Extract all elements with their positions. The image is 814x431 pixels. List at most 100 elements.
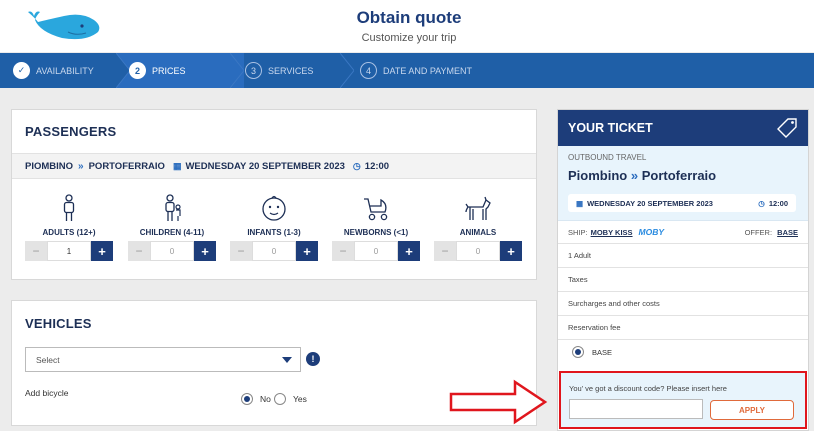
ticket-line-item: Reservation fee xyxy=(558,316,808,340)
passenger-type-label: NEWBORNS (<1) xyxy=(343,228,409,237)
children-count[interactable]: 0 xyxy=(150,241,194,261)
step-divider-icon xyxy=(230,53,244,88)
ticket-line-item: Taxes xyxy=(558,268,808,292)
calendar-icon: ▦ xyxy=(172,160,182,171)
decrement-button[interactable]: − xyxy=(25,241,47,261)
ticket-header: YOUR TICKET xyxy=(558,110,808,146)
animals-count[interactable]: 0 xyxy=(456,241,500,261)
page-title: Obtain quote xyxy=(356,8,462,27)
ticket-route: Piombino » Portoferraio xyxy=(568,168,716,183)
adults-stepper: − 1 + xyxy=(25,241,113,261)
vehicle-select-value: Select xyxy=(36,354,60,365)
decrement-button[interactable]: − xyxy=(230,241,252,261)
passenger-type-adults: ADULTS (12+) − 1 + xyxy=(25,194,113,261)
step-divider-icon xyxy=(116,53,130,88)
add-bicycle-label: Add bicycle xyxy=(25,388,69,398)
decrement-button[interactable]: − xyxy=(434,241,456,261)
children-stepper: − 0 + xyxy=(128,241,216,261)
stroller-icon xyxy=(364,198,388,221)
children-icon xyxy=(165,194,181,221)
newborns-count[interactable]: 0 xyxy=(354,241,398,261)
step-date-and-payment[interactable]: 4 DATE AND PAYMENT xyxy=(360,53,472,88)
step-label: SERVICES xyxy=(268,65,314,76)
increment-button[interactable]: + xyxy=(194,241,216,261)
apply-button[interactable]: APPLY xyxy=(710,400,794,420)
clock-icon: ◷ xyxy=(758,198,765,208)
moby-logo: MOBY xyxy=(638,227,665,237)
step-label: DATE AND PAYMENT xyxy=(383,65,473,76)
passengers-card: PASSENGERS PIOMBINO » PORTOFERRAIO ▦ WED… xyxy=(11,109,537,280)
check-icon: ✓ xyxy=(13,62,30,79)
passenger-type-animals: ANIMALS − 0 + xyxy=(434,194,522,261)
animals-stepper: − 0 + xyxy=(434,241,522,261)
ticket-title: YOUR TICKET xyxy=(568,121,653,135)
increment-button[interactable]: + xyxy=(296,241,318,261)
bicycle-yes-label: Yes xyxy=(293,394,307,404)
dog-icon xyxy=(465,196,491,220)
base-option-label: BASE xyxy=(592,347,613,357)
double-chevron-icon: » xyxy=(78,160,84,172)
increment-button[interactable]: + xyxy=(91,241,113,261)
discount-code-box: You' ve got a discount code? Please inse… xyxy=(559,371,807,429)
step-prices[interactable]: 2 PRICES xyxy=(129,53,186,88)
offer: OFFER: BASE xyxy=(745,228,798,237)
vehicle-select[interactable]: Select xyxy=(25,347,301,372)
caret-down-icon xyxy=(282,357,292,363)
clock-icon: ◷ xyxy=(352,160,361,171)
step-availability[interactable]: ✓ AVAILABILITY xyxy=(13,53,94,88)
step-services[interactable]: 3 SERVICES xyxy=(245,53,313,88)
ticket-date-pill: ▦ WEDNESDAY 20 SEPTEMBER 2023 ◷ 12:00 xyxy=(568,194,796,212)
discount-code-input[interactable] xyxy=(569,399,703,419)
page-header: Obtain quote Customize your trip xyxy=(0,0,814,52)
progress-steps: ✓ AVAILABILITY 2 PRICES 3 SERVICES 4 DAT… xyxy=(0,53,814,88)
step-number: 3 xyxy=(245,62,262,79)
offer-link[interactable]: BASE xyxy=(777,228,798,237)
outbound-label: OUTBOUND TRAVEL xyxy=(568,153,647,162)
double-chevron-icon: » xyxy=(630,168,639,183)
infants-count[interactable]: 0 xyxy=(252,241,296,261)
passenger-type-label: ANIMALS xyxy=(459,228,497,237)
decrement-button[interactable]: − xyxy=(332,241,354,261)
route-date: WEDNESDAY 20 SEPTEMBER 2023 xyxy=(185,160,345,172)
infants-stepper: − 0 + xyxy=(230,241,318,261)
decrement-button[interactable]: − xyxy=(128,241,150,261)
ticket-route-to: Portoferraio xyxy=(641,168,717,183)
vehicles-title: VEHICLES xyxy=(25,316,92,331)
adult-icon xyxy=(63,194,75,221)
passenger-type-label: CHILDREN (4-11) xyxy=(139,228,205,237)
ship-row: SHIP: MOBY KISS MOBY OFFER: BASE xyxy=(558,221,808,244)
route-from: PIOMBINO xyxy=(25,160,74,172)
passenger-type-label: INFANTS (1-3) xyxy=(247,228,301,237)
passenger-type-infants: INFANTS (1-3) − 0 + xyxy=(230,194,318,261)
passengers-title: PASSENGERS xyxy=(25,124,117,139)
step-label: AVAILABILITY xyxy=(36,65,94,76)
bicycle-no-radio[interactable] xyxy=(241,393,253,405)
outbound-travel: OUTBOUND TRAVEL Piombino » Portoferraio … xyxy=(558,146,808,221)
route-time: 12:00 xyxy=(364,160,390,172)
base-option-radio[interactable] xyxy=(572,346,584,358)
step-number: 2 xyxy=(129,62,146,79)
ship-name-link[interactable]: MOBY KISS xyxy=(591,228,633,237)
route-summary: PIOMBINO » PORTOFERRAIO ▦ WEDNESDAY 20 S… xyxy=(12,153,536,179)
step-number: 4 xyxy=(360,62,377,79)
ticket-time: 12:00 xyxy=(768,198,788,208)
price-tag-icon xyxy=(777,118,797,138)
ticket-summary: YOUR TICKET OUTBOUND TRAVEL Piombino » P… xyxy=(557,109,809,431)
adults-count[interactable]: 1 xyxy=(47,241,91,261)
ticket-time-wrap: ◷ 12:00 xyxy=(758,199,788,208)
bicycle-no-label: No xyxy=(260,394,271,404)
base-option-row: BASE xyxy=(558,340,808,364)
discount-label: You' ve got a discount code? Please inse… xyxy=(569,384,727,393)
bicycle-yes-radio[interactable] xyxy=(274,393,286,405)
increment-button[interactable]: + xyxy=(500,241,522,261)
ticket-route-from: Piombino xyxy=(568,168,628,183)
passenger-type-label: ADULTS (12+) xyxy=(42,228,96,237)
info-icon[interactable]: ! xyxy=(306,352,320,366)
route-to: PORTOFERRAIO xyxy=(88,160,165,172)
step-label: PRICES xyxy=(152,65,186,76)
red-arrow-icon xyxy=(449,379,548,425)
passenger-type-newborns: NEWBORNS (<1) − 0 + xyxy=(332,194,420,261)
increment-button[interactable]: + xyxy=(398,241,420,261)
ticket-line-item: Surcharges and other costs xyxy=(558,292,808,316)
calendar-icon: ▦ xyxy=(576,198,584,208)
